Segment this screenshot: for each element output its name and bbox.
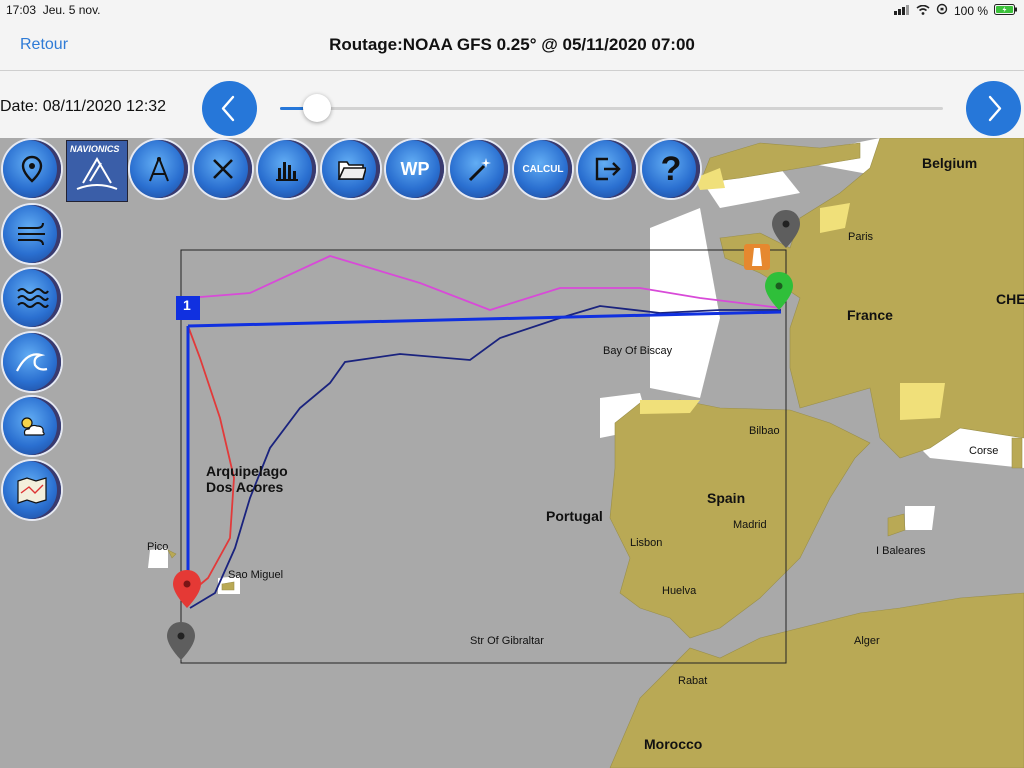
routing-map[interactable]: 1 Belgium Paris France CHE Bay Of Biscay… [0,138,1024,768]
close-button[interactable] [194,140,252,198]
swell-button[interactable] [3,333,61,391]
label-spain: Spain [707,490,746,506]
help-icon: ? [660,149,682,188]
label-gibraltar: Str Of Gibraltar [470,635,544,647]
label-belgium: Belgium [922,155,978,171]
calculate-icon: CALCUL [522,163,564,175]
location-pin-icon [21,155,43,183]
magic-wand-icon [468,158,491,182]
label-rabat: Rabat [678,675,708,687]
orientation-lock-icon [936,3,948,18]
label-alger: Alger [854,635,880,647]
location-pin-button[interactable] [3,140,61,198]
status-bar: 17:03 Jeu. 5 nov. 100 % [0,0,1024,20]
map-icon [17,477,47,504]
compass-button[interactable] [130,140,188,198]
magic-wand-button[interactable] [450,140,508,198]
waypoint-button[interactable]: WP [386,140,444,198]
folder-icon [337,161,366,180]
previous-button[interactable] [202,81,257,136]
time-slider-thumb[interactable] [302,94,331,122]
calculate-button[interactable]: CALCUL [514,140,572,198]
swell-icon [16,353,48,372]
map-button[interactable] [3,461,61,519]
navigation-bar: Retour Routage:NOAA GFS 0.25° @ 05/11/20… [0,20,1024,71]
label-acores: Arquipelago Dos Acores [206,463,288,495]
chevron-right-icon [988,95,1002,122]
label-morocco: Morocco [644,736,703,752]
waves-icon [17,288,49,308]
label-france: France [847,307,893,323]
status-time-date: 17:03 Jeu. 5 nov. [6,3,101,17]
timeline-bar: Date: 08/11/2020 12:32 [0,71,1024,138]
lighthouse-icon[interactable] [744,244,770,270]
waypoint-number: 1 [183,297,191,313]
wind-button[interactable] [3,205,61,263]
status-date: Jeu. 5 nov. [42,3,101,17]
page-title: Routage:NOAA GFS 0.25° @ 05/11/2020 07:0… [329,35,695,54]
navionics-label: NAVIONICS [70,144,120,154]
next-button[interactable] [966,81,1021,136]
signal-icon [893,4,910,18]
exit-icon [595,157,621,181]
exit-button[interactable] [578,140,636,198]
chevron-left-icon [221,95,235,122]
label-portugal: Portugal [546,508,603,524]
label-corse: Corse [969,445,999,457]
wind-icon [18,222,45,246]
wifi-icon [916,4,930,18]
label-madrid: Madrid [733,519,767,531]
weather-icon [21,417,45,436]
navionics-button[interactable]: NAVIONICS [66,140,128,202]
label-baleares: I Baleares [876,545,926,557]
date-label: Date: 08/11/2020 12:32 [0,98,167,115]
waves-button[interactable] [3,269,61,327]
battery-percent: 100 % [953,3,988,18]
close-icon [213,159,233,179]
folder-button[interactable] [322,140,380,198]
status-right: 100 % [893,3,1018,18]
label-sao-miguel: Sao Miguel [228,569,284,581]
label-huelva: Huelva [662,585,697,597]
label-pico: Pico [147,541,169,553]
label-che: CHE [996,291,1024,307]
label-bay-of-biscay: Bay Of Biscay [603,345,673,357]
time-slider[interactable] [280,94,943,122]
bar-chart-icon [276,162,298,181]
bar-chart-button[interactable] [258,140,316,198]
label-paris: Paris [848,231,874,243]
label-lisbon: Lisbon [630,537,663,549]
help-button[interactable]: ? [642,140,700,198]
divider-compass-icon [149,157,169,182]
waypoint-icon: WP [400,158,430,179]
battery-icon [994,3,1018,18]
label-bilbao: Bilbao [749,425,780,437]
status-time: 17:03 [6,3,37,17]
weather-button[interactable] [3,397,61,455]
